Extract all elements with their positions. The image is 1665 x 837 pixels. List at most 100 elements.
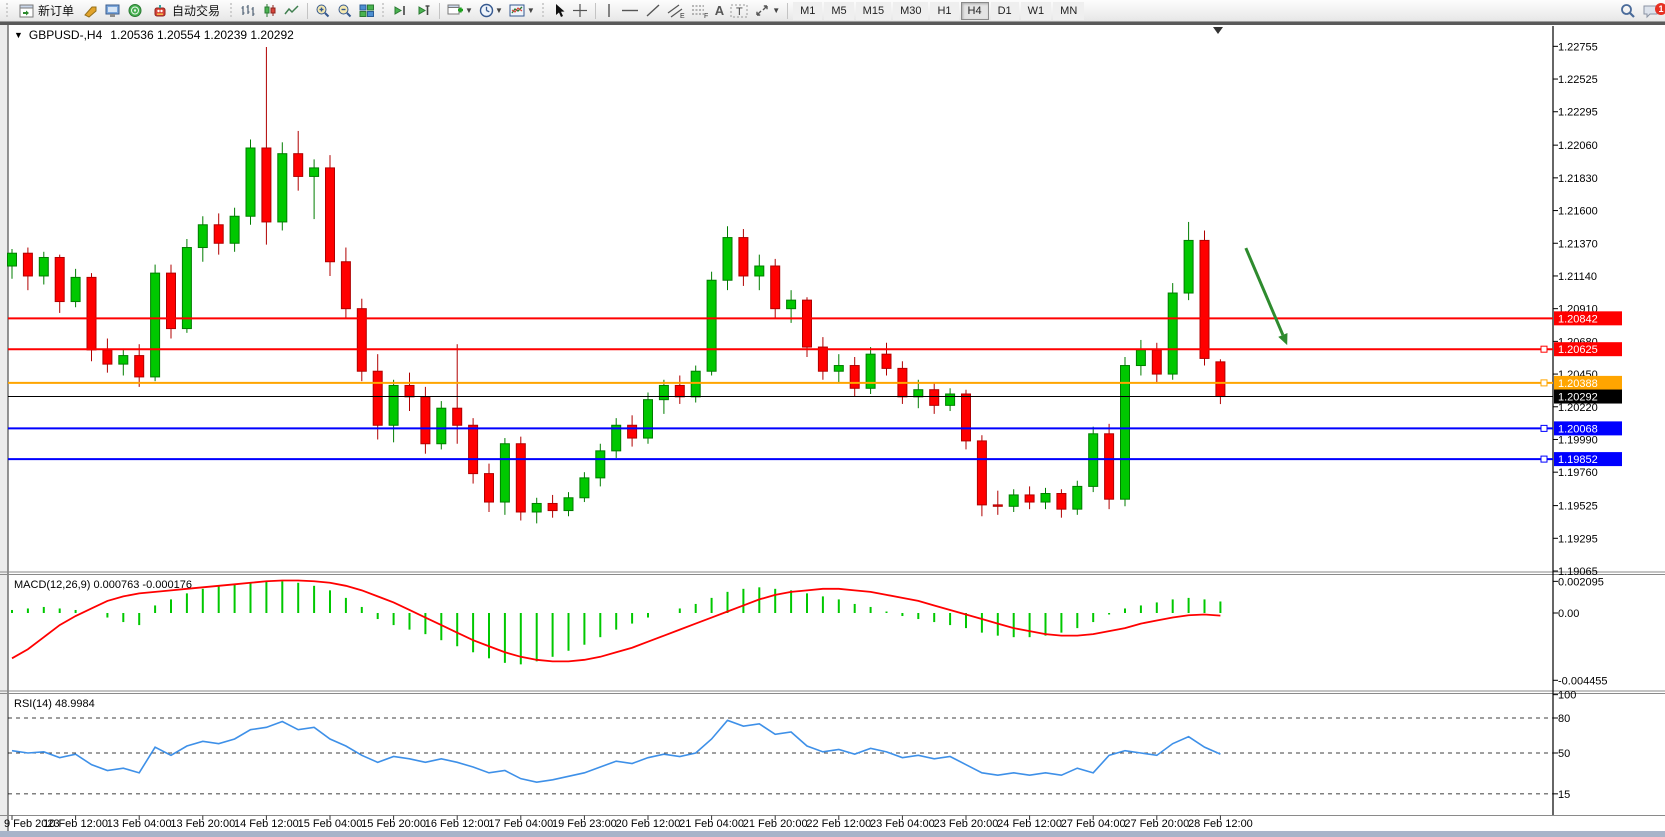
- chart-shift-button[interactable]: [412, 1, 435, 21]
- down-arrow-annotation: [1246, 248, 1283, 335]
- candle-up: [1168, 293, 1177, 374]
- candle-up: [389, 385, 398, 425]
- candle-up: [659, 385, 668, 399]
- cursor-tool-button[interactable]: [549, 1, 569, 21]
- candle-up: [71, 277, 80, 301]
- date-label: 19 Feb 23:00: [552, 818, 617, 830]
- price-tick-label: 1.21830: [1558, 173, 1598, 185]
- market-watch-button[interactable]: [102, 1, 124, 21]
- arrow-shapes-icon: [754, 3, 771, 18]
- monitor-icon: [105, 4, 121, 18]
- timeframe-M30[interactable]: M30: [893, 2, 928, 20]
- chart-background: [0, 25, 1665, 837]
- bar-chart-button[interactable]: [237, 1, 259, 21]
- notifications-button[interactable]: 1: [1639, 1, 1663, 21]
- date-label: 13 Feb 04:00: [107, 818, 172, 830]
- candle-down: [55, 257, 64, 301]
- toolbar-separator: [595, 3, 596, 19]
- candle-up: [691, 371, 700, 397]
- date-label: 15 Feb 04:00: [298, 818, 363, 830]
- svg-text:T: T: [736, 6, 743, 18]
- candle-down: [262, 148, 271, 222]
- candle-down: [850, 366, 859, 389]
- candle-down: [214, 225, 223, 243]
- candle-up: [834, 366, 843, 372]
- crosshair-tool-button[interactable]: [569, 1, 591, 21]
- timeframe-D1[interactable]: D1: [991, 2, 1019, 20]
- date-label: 17 Feb 04:00: [488, 818, 553, 830]
- text-tool-glyph: A: [715, 3, 724, 18]
- timeframe-W1[interactable]: W1: [1021, 2, 1052, 20]
- candle-up: [500, 444, 509, 502]
- auto-trading-button[interactable]: 自动交易: [146, 1, 226, 21]
- price-tick-label: 1.21600: [1558, 206, 1598, 218]
- template-button[interactable]: ▼: [506, 1, 538, 21]
- template-icon: [509, 3, 526, 18]
- date-label: 13 Feb 20:00: [170, 818, 235, 830]
- fibonacci-tool-button[interactable]: F: [688, 1, 712, 21]
- arrows-tool-button[interactable]: ▼: [751, 1, 783, 21]
- candle-down: [977, 441, 986, 505]
- vertical-line-tool-button[interactable]: [600, 1, 618, 21]
- text-label-tool-button[interactable]: T: [727, 1, 751, 21]
- candle-down: [930, 390, 939, 406]
- date-label: 14 Feb 12:00: [234, 818, 299, 830]
- candle-down: [739, 238, 748, 276]
- chart-canvas[interactable]: 1.227551.225251.222951.220601.218301.216…: [0, 0, 1665, 837]
- timeframe-H4[interactable]: H4: [961, 2, 989, 20]
- channel-tool-button[interactable]: E: [664, 1, 688, 21]
- market-depth-button[interactable]: [124, 1, 146, 21]
- timeframe-M15[interactable]: M15: [856, 2, 891, 20]
- tile-windows-icon: [359, 3, 375, 18]
- cursor-arrow-icon: [552, 3, 566, 18]
- search-button[interactable]: [1617, 1, 1639, 21]
- group-grip: [540, 3, 547, 19]
- candle-down: [993, 505, 1002, 506]
- timeframe-H1[interactable]: H1: [930, 2, 958, 20]
- new-order-icon: [19, 4, 34, 18]
- chart-shift-marker-icon: [1213, 27, 1223, 34]
- auto-scroll-button[interactable]: [389, 1, 412, 21]
- symbol-dropdown-icon[interactable]: ▼: [14, 30, 23, 40]
- price-tick-label: 1.19525: [1558, 501, 1598, 513]
- candlestick-chart-button[interactable]: [259, 1, 281, 21]
- price-tick-label: 1.21140: [1558, 271, 1597, 283]
- date-label: 27 Feb 20:00: [1124, 818, 1189, 830]
- horizontal-line-tool-button[interactable]: [618, 1, 642, 21]
- rsi-level-label: 80: [1558, 713, 1570, 725]
- zoom-in-button[interactable]: [312, 1, 334, 21]
- timeframe-M1[interactable]: M1: [793, 2, 822, 20]
- date-label: 21 Feb 20:00: [743, 818, 808, 830]
- toolbar-grip: [4, 3, 11, 19]
- candle-down: [135, 356, 144, 377]
- candle-down: [87, 277, 96, 350]
- dropdown-caret-icon: ▼: [495, 6, 503, 15]
- rsi-level-label: 15: [1558, 789, 1570, 801]
- candle-up: [8, 253, 17, 266]
- fibonacci-icon: F: [691, 3, 709, 19]
- new-order-button[interactable]: 新订单: [13, 1, 80, 21]
- zoom-out-button[interactable]: [334, 1, 356, 21]
- timeframe-M5[interactable]: M5: [824, 2, 853, 20]
- price-badge-label: 1.20388: [1558, 378, 1598, 390]
- tile-windows-button[interactable]: [356, 1, 378, 21]
- candle-down: [516, 444, 525, 512]
- timeframe-MN[interactable]: MN: [1053, 2, 1084, 20]
- new-chart-button[interactable]: ▼: [444, 1, 476, 21]
- macd-tick-label: -0.004455: [1558, 675, 1608, 687]
- candlestick-chart-icon: [262, 3, 278, 18]
- period-button[interactable]: ▼: [476, 1, 506, 21]
- candle-up: [707, 280, 716, 371]
- text-tool-button[interactable]: A: [712, 1, 727, 21]
- price-tick-label: 1.22755: [1558, 41, 1598, 53]
- date-label: 21 Feb 04:00: [679, 818, 744, 830]
- trendline-tool-button[interactable]: [642, 1, 664, 21]
- svg-text:E: E: [680, 13, 685, 19]
- annotations: [1213, 27, 1287, 345]
- date-label: 23 Feb 20:00: [934, 818, 999, 830]
- cursor-style-button[interactable]: [80, 1, 102, 21]
- candle-down: [803, 300, 812, 347]
- line-chart-button[interactable]: [281, 1, 303, 21]
- candle-up: [278, 154, 287, 222]
- candle-down: [167, 273, 176, 328]
